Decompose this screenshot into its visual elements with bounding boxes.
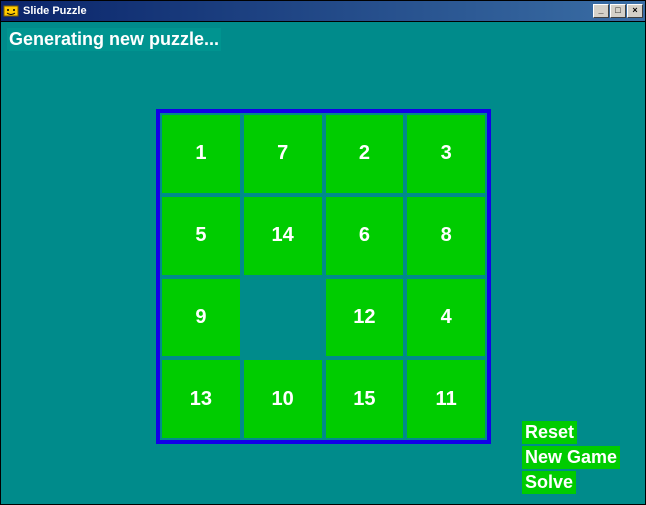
puzzle-board-frame: 1 7 2 3 5 14 6 8 9 12 4 13 10 15 11 [156, 109, 491, 444]
puzzle-tile[interactable]: 7 [244, 115, 322, 193]
puzzle-tile[interactable]: 15 [326, 360, 404, 438]
puzzle-tile[interactable]: 14 [244, 197, 322, 275]
window-controls: _ □ × [593, 4, 643, 18]
puzzle-tile[interactable]: 8 [407, 197, 485, 275]
puzzle-tile[interactable]: 9 [162, 279, 240, 357]
puzzle-tile[interactable]: 13 [162, 360, 240, 438]
new-game-button[interactable]: New Game [522, 446, 620, 469]
puzzle-tile[interactable]: 11 [407, 360, 485, 438]
window-title: Slide Puzzle [23, 5, 593, 17]
puzzle-tile[interactable]: 2 [326, 115, 404, 193]
status-message: Generating new puzzle... [7, 28, 221, 51]
puzzle-tile[interactable]: 6 [326, 197, 404, 275]
puzzle-tile[interactable]: 5 [162, 197, 240, 275]
puzzle-tile[interactable]: 3 [407, 115, 485, 193]
app-window: Slide Puzzle _ □ × Generating new puzzle… [0, 0, 646, 505]
control-panel: Reset New Game Solve [522, 421, 620, 494]
puzzle-empty-slot [244, 279, 322, 357]
app-icon [3, 3, 19, 19]
game-area: Generating new puzzle... 1 7 2 3 5 14 6 … [1, 21, 645, 504]
title-bar: Slide Puzzle _ □ × [1, 1, 645, 21]
close-button[interactable]: × [627, 4, 643, 18]
solve-button[interactable]: Solve [522, 471, 576, 494]
reset-button[interactable]: Reset [522, 421, 577, 444]
puzzle-tile[interactable]: 1 [162, 115, 240, 193]
puzzle-tile[interactable]: 12 [326, 279, 404, 357]
puzzle-tile[interactable]: 4 [407, 279, 485, 357]
puzzle-board: 1 7 2 3 5 14 6 8 9 12 4 13 10 15 11 [160, 113, 487, 440]
maximize-button[interactable]: □ [610, 4, 626, 18]
minimize-button[interactable]: _ [593, 4, 609, 18]
puzzle-tile[interactable]: 10 [244, 360, 322, 438]
